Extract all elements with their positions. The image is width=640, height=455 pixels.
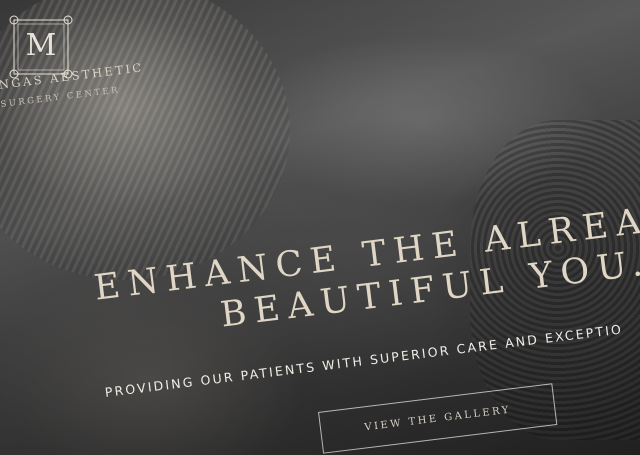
hero-section: M NGAS AESTHETIC SURGERY CENTER ENHANCE … [0, 0, 640, 455]
logo-letter: M [25, 28, 57, 63]
